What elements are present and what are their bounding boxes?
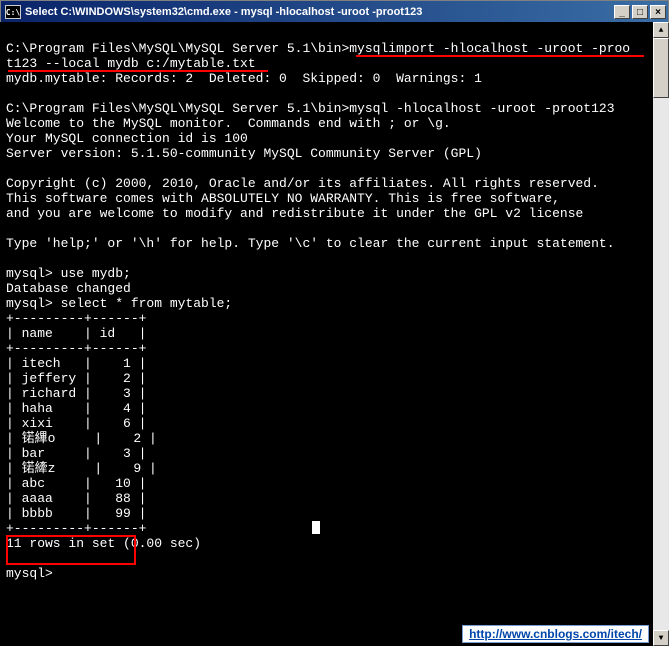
scroll-down-button[interactable]: ▼ [653,630,669,646]
output-line: Your MySQL connection id is 100 [6,131,248,146]
output-line: mysql> use mydb; [6,266,131,281]
highlight-box [6,535,136,565]
output-line: mysql> select * from mytable; [6,296,232,311]
scroll-track[interactable] [653,38,669,630]
output-line: This software comes with ABSOLUTELY NO W… [6,191,560,206]
watermark-link[interactable]: http://www.cnblogs.com/itech/ [462,625,649,643]
table-rows: | itech | 1 | | jeffery | 2 | | richard … [6,356,157,521]
window-title: Select C:\WINDOWS\system32\cmd.exe - mys… [25,6,614,18]
output-line: Copyright (c) 2000, 2010, Oracle and/or … [6,176,599,191]
output-line: C:\Program Files\MySQL\MySQL Server 5.1\… [6,41,630,56]
output-line: t123 --local mydb c:/mytable.txt [6,56,256,71]
cmd-icon: C:\ [5,5,21,19]
close-button[interactable]: × [650,5,666,19]
scroll-up-button[interactable]: ▲ [653,22,669,38]
output-line: Welcome to the MySQL monitor. Commands e… [6,116,451,131]
output-line: Database changed [6,281,131,296]
output-line: C:\Program Files\MySQL\MySQL Server 5.1\… [6,101,615,116]
table-border: +---------+------+ [6,341,146,356]
output-line: Type 'help;' or '\h' for help. Type '\c'… [6,236,615,251]
prompt[interactable]: mysql> [6,566,61,581]
output-line: Server version: 5.1.50-community MySQL C… [6,146,482,161]
table-border: +---------+------+ [6,521,146,536]
window-buttons: _ □ × [614,5,666,19]
table-border: +---------+------+ [6,311,146,326]
minimize-button[interactable]: _ [614,5,630,19]
scrollbar[interactable]: ▲ ▼ [653,22,669,646]
cursor [312,521,320,534]
output-line: and you are welcome to modify and redist… [6,206,583,221]
scroll-thumb[interactable] [653,38,669,98]
highlight-underline-2 [8,70,268,72]
highlight-underline-1 [356,55,644,57]
table-header: | name | id | [6,326,146,341]
maximize-button[interactable]: □ [632,5,648,19]
output-line: mydb.mytable: Records: 2 Deleted: 0 Skip… [6,71,482,86]
titlebar[interactable]: C:\ Select C:\WINDOWS\system32\cmd.exe -… [1,1,668,23]
